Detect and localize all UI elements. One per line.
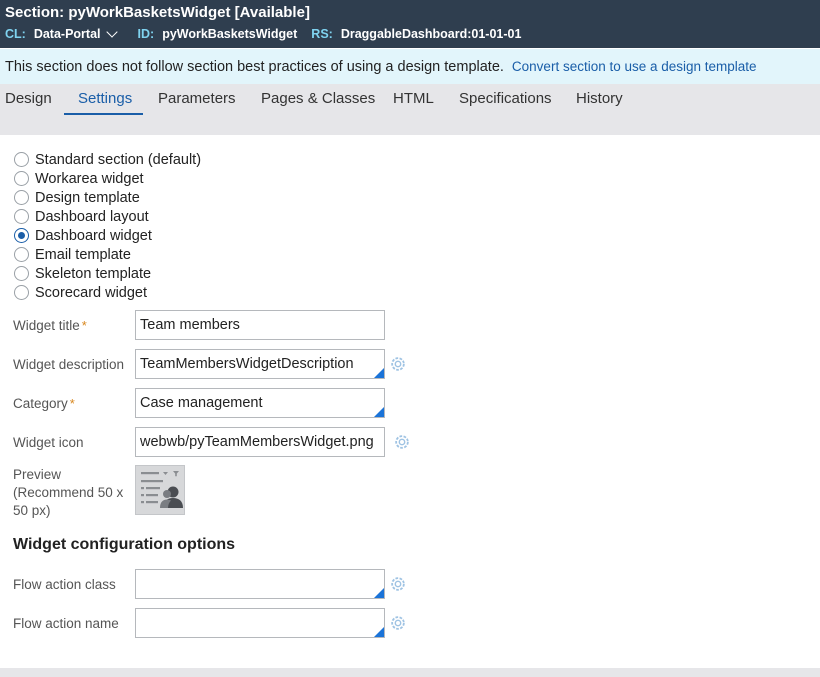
radio-label: Scorecard widget (35, 284, 148, 301)
radio-label: Skeleton template (35, 265, 152, 282)
radio-label: Design template (35, 189, 140, 206)
widget-description-label: Widget description (13, 357, 125, 372)
widget-preview-image (135, 465, 185, 515)
radio-button[interactable] (14, 209, 29, 224)
radio-scorecard-widget[interactable]: Scorecard widget (14, 283, 201, 302)
radio-dashboard-widget[interactable]: Dashboard widget (14, 226, 201, 245)
best-practice-banner: This section does not follow section bes… (0, 49, 820, 84)
flow-action-name-label: Flow action name (13, 616, 119, 631)
radio-label: Standard section (default) (35, 151, 202, 168)
id-value: pyWorkBasketsWidget (162, 27, 298, 41)
tab-parameters[interactable]: Parameters (158, 90, 236, 121)
category-label: Category * (13, 396, 75, 411)
radio-label: Workarea widget (35, 170, 144, 187)
radio-button[interactable] (14, 171, 29, 186)
autocomplete-corner-icon (374, 368, 384, 378)
tab-design[interactable]: Design (5, 90, 52, 121)
cl-value-dropdown[interactable]: Data-Portal (33, 25, 118, 41)
radio-button[interactable] (14, 285, 29, 300)
tab-settings[interactable]: Settings (78, 90, 132, 121)
rule-header: Section: pyWorkBasketsWidget [Available]… (0, 0, 820, 48)
tab-html[interactable]: HTML (393, 90, 434, 121)
required-marker: * (69, 396, 75, 411)
widget-title-label: Widget title * (13, 318, 87, 333)
category-input[interactable]: Case management (135, 388, 385, 418)
widget-icon-value: webwb/pyTeamMembersWidget.png (140, 434, 374, 450)
autocomplete-corner-icon (374, 627, 384, 637)
radio-button[interactable] (14, 266, 29, 281)
widget-description-value: TeamMembersWidgetDescription (140, 356, 354, 372)
team-members-widget-icon (141, 471, 183, 508)
radio-dashboard-layout[interactable]: Dashboard layout (14, 207, 201, 226)
autocomplete-corner-icon (374, 407, 384, 417)
widget-icon-input[interactable]: webwb/pyTeamMembersWidget.png (135, 427, 385, 457)
radio-email-template[interactable]: Email template (14, 245, 201, 264)
widget-description-input[interactable]: TeamMembersWidgetDescription (135, 349, 385, 379)
gear-icon[interactable] (389, 575, 407, 593)
preview-label: Preview (Recommend 50 x 50 px) (13, 467, 124, 518)
tab-pages-classes[interactable]: Pages & Classes (261, 90, 375, 121)
rs-value: DraggableDashboard:01-01-01 (340, 27, 522, 41)
radio-button[interactable] (14, 247, 29, 262)
footer-bar (0, 668, 820, 677)
radio-workarea-widget[interactable]: Workarea widget (14, 169, 201, 188)
flow-action-name-input[interactable] (135, 608, 385, 638)
section-type-radio-group: Standard section (default) Workarea widg… (14, 150, 201, 302)
category-label-text: Category (13, 396, 68, 411)
widget-title-value: Team members (140, 317, 240, 333)
radio-label: Email template (35, 246, 131, 263)
widget-icon-label: Widget icon (13, 435, 84, 450)
radio-button-selected[interactable] (14, 228, 29, 243)
widget-title-label-text: Widget title (13, 318, 80, 333)
tab-bar: Design Settings Parameters Pages & Class… (0, 84, 820, 135)
gear-icon[interactable] (393, 433, 411, 451)
gear-icon[interactable] (389, 355, 407, 373)
radio-design-template[interactable]: Design template (14, 188, 201, 207)
radio-button[interactable] (14, 190, 29, 205)
radio-standard-section[interactable]: Standard section (default) (14, 150, 201, 169)
rs-key: RS: (311, 27, 333, 41)
widget-config-heading: Widget configuration options (13, 536, 236, 553)
flow-action-class-input[interactable] (135, 569, 385, 599)
tab-history[interactable]: History (576, 90, 623, 121)
gear-icon[interactable] (389, 614, 407, 632)
cl-value: Data-Portal (33, 27, 101, 41)
id-key: ID: (137, 27, 155, 41)
radio-skeleton-template[interactable]: Skeleton template (14, 264, 201, 283)
radio-label: Dashboard layout (35, 208, 149, 225)
rule-title: Section: pyWorkBasketsWidget [Available] (5, 4, 310, 21)
radio-label: Dashboard widget (35, 227, 152, 244)
flow-action-class-label: Flow action class (13, 577, 116, 592)
chevron-down-icon (105, 25, 118, 38)
radio-button[interactable] (14, 152, 29, 167)
convert-section-link[interactable]: Convert section to use a design template (512, 59, 757, 74)
active-tab-indicator (64, 113, 143, 115)
required-marker: * (81, 318, 87, 333)
banner-message: This section does not follow section bes… (5, 58, 504, 75)
tab-specifications[interactable]: Specifications (459, 90, 552, 121)
category-value: Case management (140, 395, 263, 411)
autocomplete-corner-icon (374, 588, 384, 598)
widget-title-input[interactable]: Team members (135, 310, 385, 340)
rule-meta: CL: Data-Portal ID: pyWorkBasketsWidget … (5, 25, 522, 41)
cl-key: CL: (5, 27, 26, 41)
